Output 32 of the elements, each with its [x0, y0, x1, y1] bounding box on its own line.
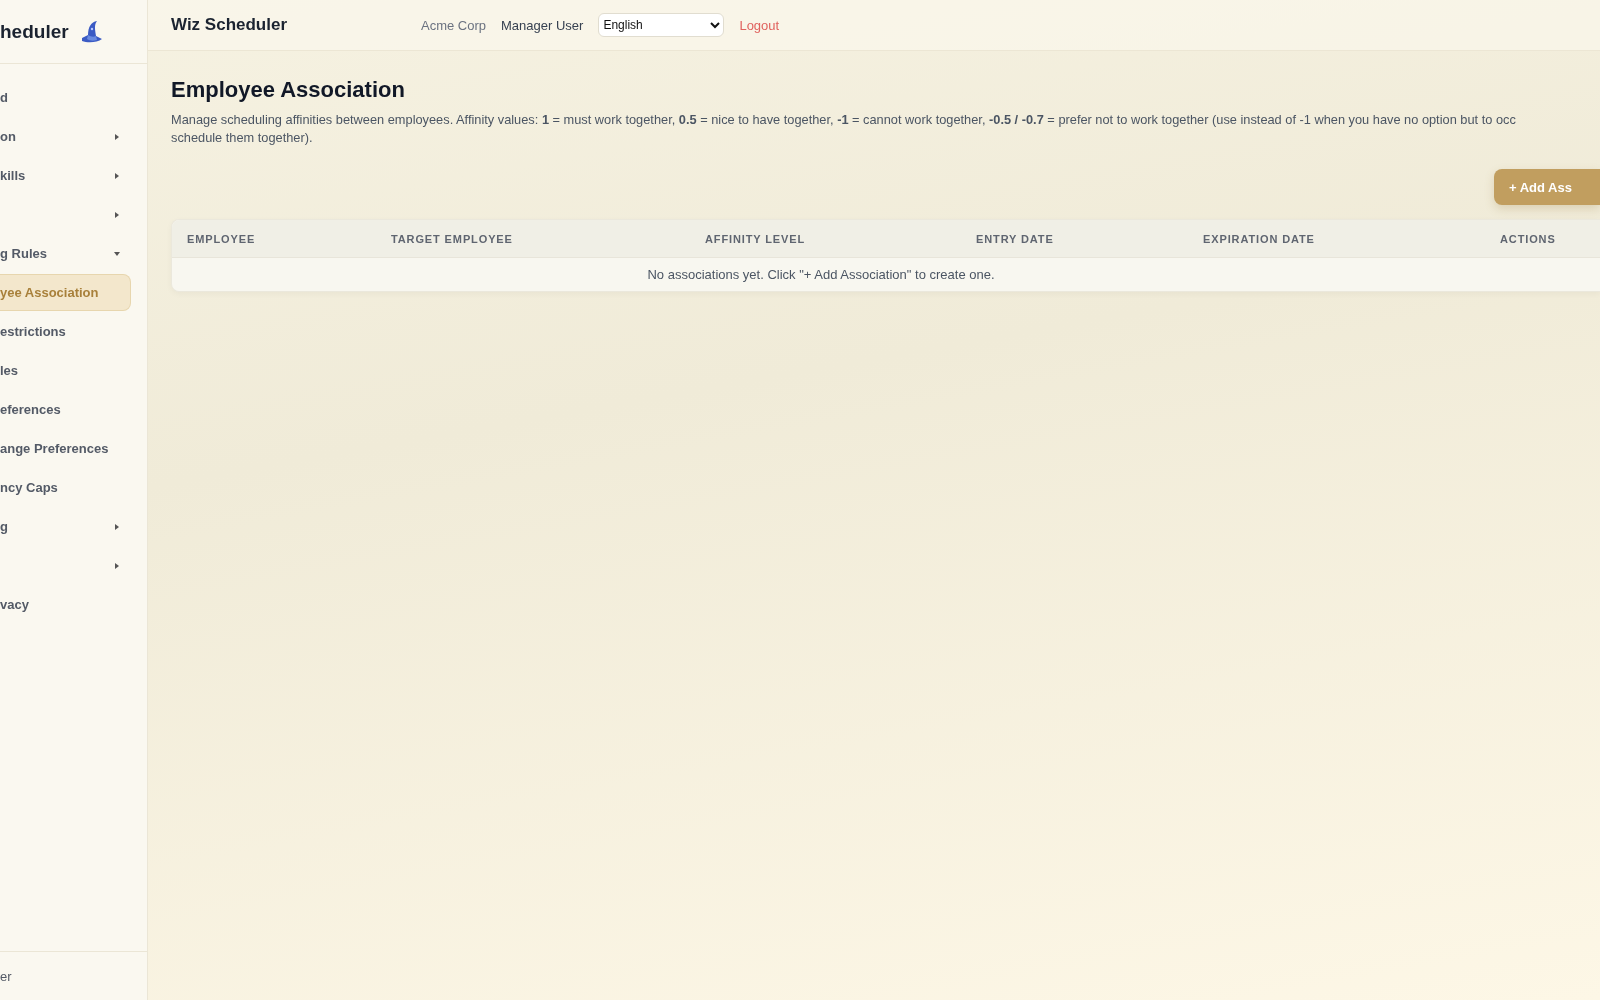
caret-icon	[114, 562, 120, 569]
language-select[interactable]: English	[598, 13, 725, 37]
sidebar-item[interactable]: g Rules	[0, 235, 131, 272]
page-description: Manage scheduling affinities between employees. Affinity values: 1 = must work together, 0.5 = nice to have together, -1 = cannot work together, -0.5 / -0.7 = prefer not to work together (use instead of -1 when you have no option but to occ schedule them together).	[171, 111, 1517, 147]
sidebar-item[interactable]: estrictions	[0, 313, 131, 350]
sidebar-item[interactable]: kills	[0, 157, 131, 194]
sidebar-item[interactable]: ncy Caps	[0, 469, 131, 506]
caret-icon	[114, 172, 120, 179]
sidebar-footer-text: er	[0, 968, 12, 984]
caret-icon	[114, 250, 120, 257]
column-header: EXPIRATION DATE	[1202, 232, 1316, 245]
caret-icon	[114, 211, 120, 218]
sidebar-item[interactable]: vacy	[0, 586, 131, 623]
caret-icon	[114, 133, 120, 140]
sidebar-item[interactable]: les	[0, 352, 131, 389]
column-header: ENTRY DATE	[975, 232, 1055, 245]
column-header: TARGET EMPLOYEE	[390, 232, 514, 245]
column-header: ACTIONS	[1499, 232, 1557, 245]
sidebar-item[interactable]: g	[0, 508, 131, 545]
sidebar-item[interactable]: on	[0, 118, 131, 155]
app-title: Wiz Scheduler	[171, 15, 289, 35]
column-header: EMPLOYEE	[186, 232, 257, 245]
sidebar-item[interactable]: ange Preferences	[0, 430, 131, 467]
brand-name: heduler	[0, 20, 69, 43]
sidebar-item[interactable]: d	[0, 79, 131, 116]
empty-message: No associations yet. Click "+ Add Association" to create one.	[647, 267, 995, 282]
user-name: Manager User	[501, 17, 584, 33]
page-title: Employee Association	[171, 77, 406, 103]
sidebar-item[interactable]: eferences	[0, 391, 131, 428]
company-name: Acme Corp	[421, 17, 487, 33]
column-header: AFFINITY LEVEL	[704, 232, 807, 245]
caret-icon	[114, 523, 120, 530]
